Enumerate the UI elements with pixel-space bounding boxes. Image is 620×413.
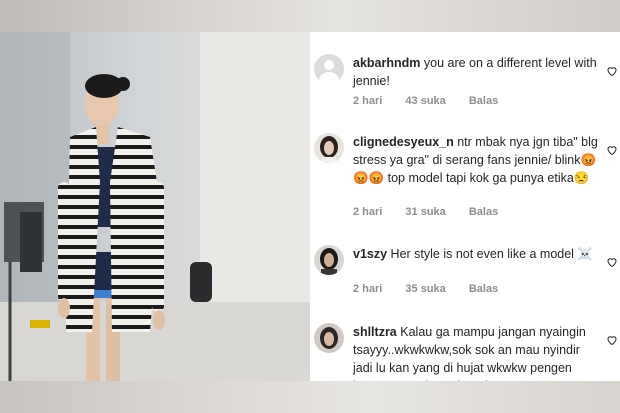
comment-text: akbarhndm you are on a different level w… bbox=[353, 54, 598, 90]
comment-username[interactable]: v1szy bbox=[353, 247, 387, 261]
comment-username[interactable]: shlltzra bbox=[353, 325, 397, 339]
user-photo-avatar[interactable] bbox=[314, 323, 344, 353]
comment-meta: 2 hari 35 suka Balas bbox=[353, 283, 518, 295]
reply-button[interactable]: Balas bbox=[469, 95, 498, 107]
comment-text: shlltzra Kalau ga mampu jangan nyaingin … bbox=[353, 323, 598, 381]
comment-text: clignedesyeux_n ntr mbak nya jgn tiba" b… bbox=[353, 133, 598, 187]
comment-username[interactable]: akbarhndm bbox=[353, 56, 420, 70]
comment-likes[interactable]: 43 suka bbox=[405, 95, 445, 107]
comment-likes[interactable]: 31 suka bbox=[405, 206, 445, 218]
comment-username[interactable]: clignedesyeux_n bbox=[353, 135, 454, 149]
comment-time: 2 hari bbox=[353, 206, 383, 218]
comment-likes[interactable]: 35 suka bbox=[405, 283, 445, 295]
reply-button[interactable]: Balas bbox=[469, 283, 498, 295]
comment-body: Her style is not even like a model ☠️ bbox=[390, 247, 594, 261]
comment-meta: 2 hari 31 suka Balas bbox=[353, 206, 518, 218]
heart-icon[interactable] bbox=[606, 334, 618, 346]
user-photo-avatar[interactable] bbox=[314, 133, 344, 163]
heart-icon[interactable] bbox=[606, 256, 618, 268]
bottom-blurred-band bbox=[0, 381, 620, 413]
comment-text: v1szy Her style is not even like a model… bbox=[353, 245, 598, 263]
comment-meta: 2 hari 43 suka Balas bbox=[353, 95, 518, 107]
comment-time: 2 hari bbox=[353, 283, 383, 295]
comments-panel: akbarhndm you are on a different level w… bbox=[310, 32, 620, 381]
user-photo-avatar[interactable] bbox=[314, 245, 344, 275]
heart-icon[interactable] bbox=[606, 144, 618, 156]
model-photo bbox=[0, 32, 310, 381]
heart-icon[interactable] bbox=[606, 65, 618, 77]
top-blurred-band bbox=[0, 0, 620, 32]
default-avatar-icon[interactable] bbox=[314, 54, 344, 84]
reply-button[interactable]: Balas bbox=[469, 206, 498, 218]
comment-time: 2 hari bbox=[353, 95, 383, 107]
